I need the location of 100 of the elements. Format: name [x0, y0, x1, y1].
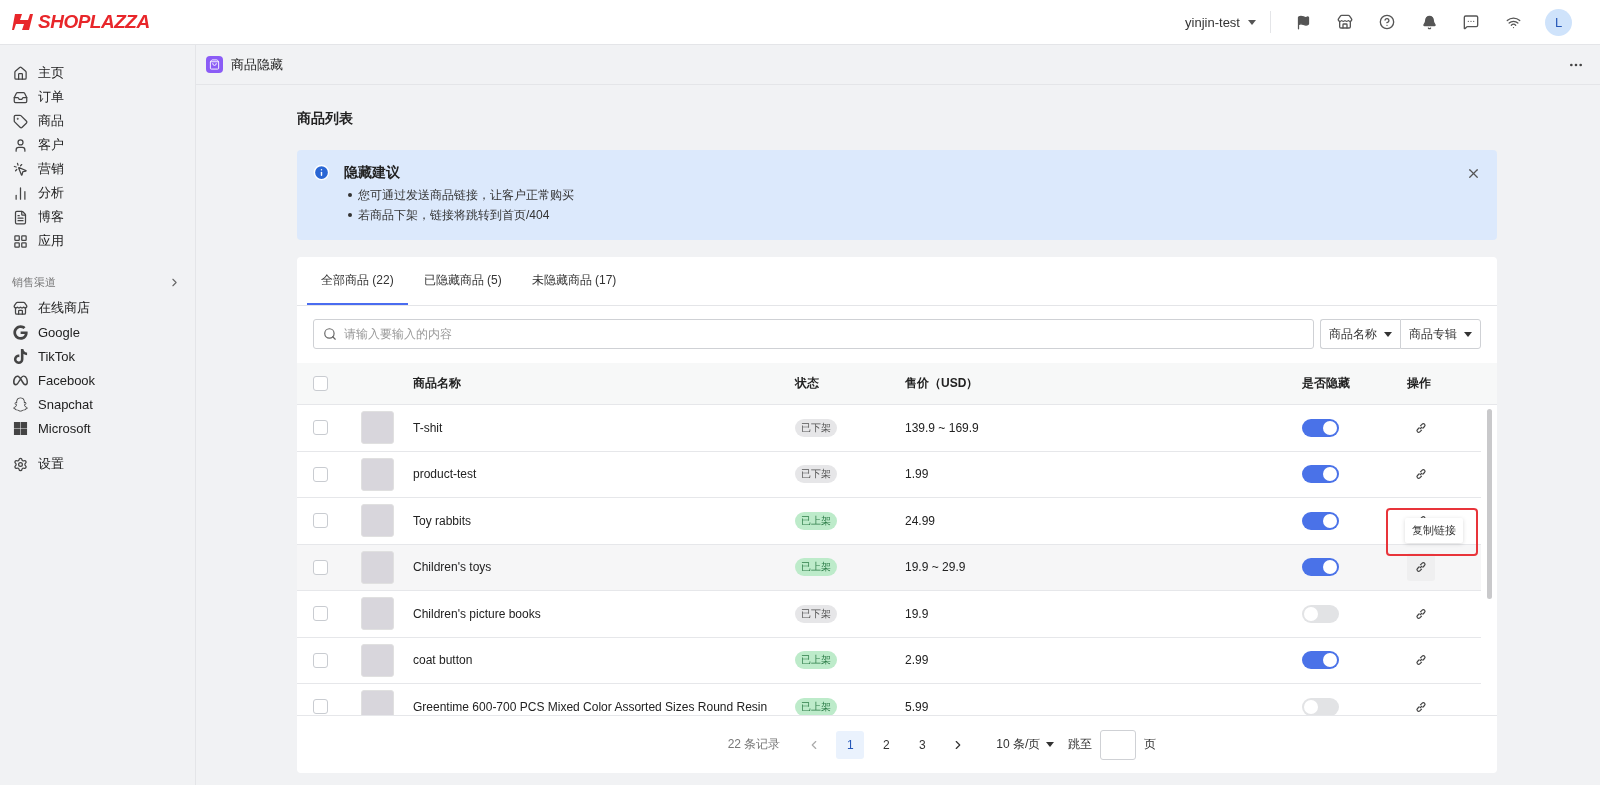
info-icon [313, 164, 330, 181]
pointer-icon [12, 161, 28, 177]
status-badge: 已上架 [795, 511, 837, 530]
photo-placeholder [361, 411, 394, 445]
nav-item[interactable]: 在线商店 [12, 296, 195, 320]
column-header: 操作 [1407, 375, 1432, 392]
product-name: product-test [412, 467, 478, 482]
product-name: Children's toys [412, 560, 493, 575]
product-name: Children's picture books [412, 606, 542, 621]
user-icon [12, 137, 28, 153]
link-icon [1415, 468, 1427, 481]
price-cell-text: 2.99 [905, 653, 930, 668]
hide-toggle[interactable] [1302, 511, 1339, 530]
status-badge: 已上架 [795, 558, 837, 577]
filter-dropdown[interactable]: 商品名称 [1320, 319, 1400, 349]
nav-item[interactable]: 设置 [12, 452, 195, 476]
hide-toggle[interactable] [1302, 558, 1339, 577]
hide-toggle[interactable] [1302, 418, 1339, 437]
four-squares-icon [12, 420, 28, 436]
nav-item[interactable]: 客户 [12, 133, 195, 157]
settings-icon [12, 456, 28, 472]
jump-suffix: 页 [1144, 736, 1157, 753]
chat-icon[interactable] [1461, 12, 1481, 32]
price-cell-text: 19.9 [905, 606, 930, 621]
table-row[interactable]: Children's toys 已上架 19.9 ~ 29.9 [297, 544, 1481, 591]
tab[interactable]: 全部商品 (22) [307, 257, 408, 305]
row-checkbox[interactable] [313, 466, 328, 482]
user-avatar[interactable]: L [1545, 8, 1572, 36]
link-icon [1415, 561, 1427, 574]
brand-logo[interactable]: SHOPLAZZA [12, 11, 150, 33]
price-cell-text: 19.9 ~ 29.9 [905, 560, 967, 575]
store-switcher[interactable]: yinjin-test [1185, 11, 1271, 33]
row-checkbox[interactable] [313, 606, 328, 622]
row-checkbox[interactable] [313, 699, 328, 715]
nav-item[interactable]: 分析 [12, 181, 195, 205]
section-heading: 销售渠道 [12, 275, 56, 290]
page-button[interactable]: 2 [872, 730, 901, 759]
nav-item[interactable]: 应用 [12, 229, 195, 253]
hide-toggle[interactable] [1302, 604, 1339, 623]
hide-toggle[interactable] [1302, 651, 1339, 670]
page-title: 商品列表 [297, 110, 354, 128]
row-checkbox[interactable] [313, 420, 328, 436]
caret-icon [1046, 742, 1055, 747]
tab[interactable]: 未隐藏商品 (17) [517, 257, 631, 305]
nav-item[interactable]: Facebook [12, 368, 195, 392]
product-name: T-shit [412, 420, 444, 435]
record-count: 22 条记录 [727, 736, 781, 753]
row-checkbox[interactable] [313, 559, 328, 575]
caret-icon [1248, 19, 1256, 25]
price-cell-text: 139.9 ~ 169.9 [905, 420, 980, 435]
bullet-icon [348, 213, 352, 217]
price-cell-text: 1.99 [905, 467, 930, 482]
bullet-icon [348, 193, 352, 197]
nav-item[interactable]: Snapchat [12, 392, 195, 416]
music-note-icon [12, 348, 28, 364]
hide-toggle[interactable] [1302, 465, 1339, 484]
nav-item[interactable]: TikTok [12, 344, 195, 368]
ghost-icon [12, 396, 28, 412]
page-input[interactable] [1100, 729, 1137, 760]
column-header: 是否隐藏 [1302, 375, 1351, 392]
nav-item[interactable]: 商品 [12, 109, 195, 133]
row-checkbox[interactable] [313, 513, 328, 529]
logo-mark-icon [12, 12, 34, 32]
tooltip: 复制链接 [1405, 518, 1463, 543]
status-badge: 已上架 [795, 651, 837, 670]
status-badge: 已上架 [795, 697, 837, 715]
storefront-icon[interactable] [1335, 12, 1355, 32]
g-letter-icon [12, 324, 28, 340]
inbox-icon [12, 89, 28, 105]
row-checkbox[interactable] [313, 652, 328, 668]
status-badge: 已下架 [795, 465, 837, 484]
nav-item[interactable]: 主页 [12, 61, 195, 85]
home-icon [12, 65, 28, 81]
nav-item[interactable]: 博客 [12, 205, 195, 229]
tab[interactable]: 已隐藏商品 (5) [409, 257, 516, 305]
link-icon [1415, 607, 1427, 620]
scrollbar[interactable] [1487, 409, 1492, 599]
filter-dropdown[interactable]: 商品专辑 [1400, 319, 1481, 349]
photo-placeholder [361, 597, 394, 631]
search-field[interactable]: 请输入要输入的内容 [313, 319, 1314, 349]
page-button[interactable]: 1 [836, 730, 865, 759]
tag-icon [12, 113, 28, 129]
hide-toggle[interactable] [1302, 697, 1339, 715]
close-icon[interactable] [1466, 166, 1481, 181]
jump-label: 跳至 [1068, 736, 1093, 753]
page-size-dropdown[interactable]: 10 条/页 [990, 735, 1061, 754]
select-all-checkbox[interactable] [313, 376, 328, 391]
product-name: Toy rabbits [412, 513, 473, 528]
nav-item[interactable]: 营销 [12, 157, 195, 181]
help-icon[interactable] [1377, 12, 1397, 32]
nav-item[interactable]: Microsoft [12, 416, 195, 440]
product-name: coat button [412, 653, 474, 668]
page-button[interactable]: 3 [908, 730, 937, 759]
notice-text: 您可通过发送商品链接，让客户正常购买 [358, 187, 574, 204]
column-header: 售价（USD） [905, 375, 980, 392]
document-icon [12, 209, 28, 225]
copy-link-button[interactable] [1407, 553, 1435, 582]
nav-item[interactable]: 订单 [12, 85, 195, 109]
column-header: 商品名称 [412, 375, 462, 392]
nav-item[interactable]: Google [12, 320, 195, 344]
